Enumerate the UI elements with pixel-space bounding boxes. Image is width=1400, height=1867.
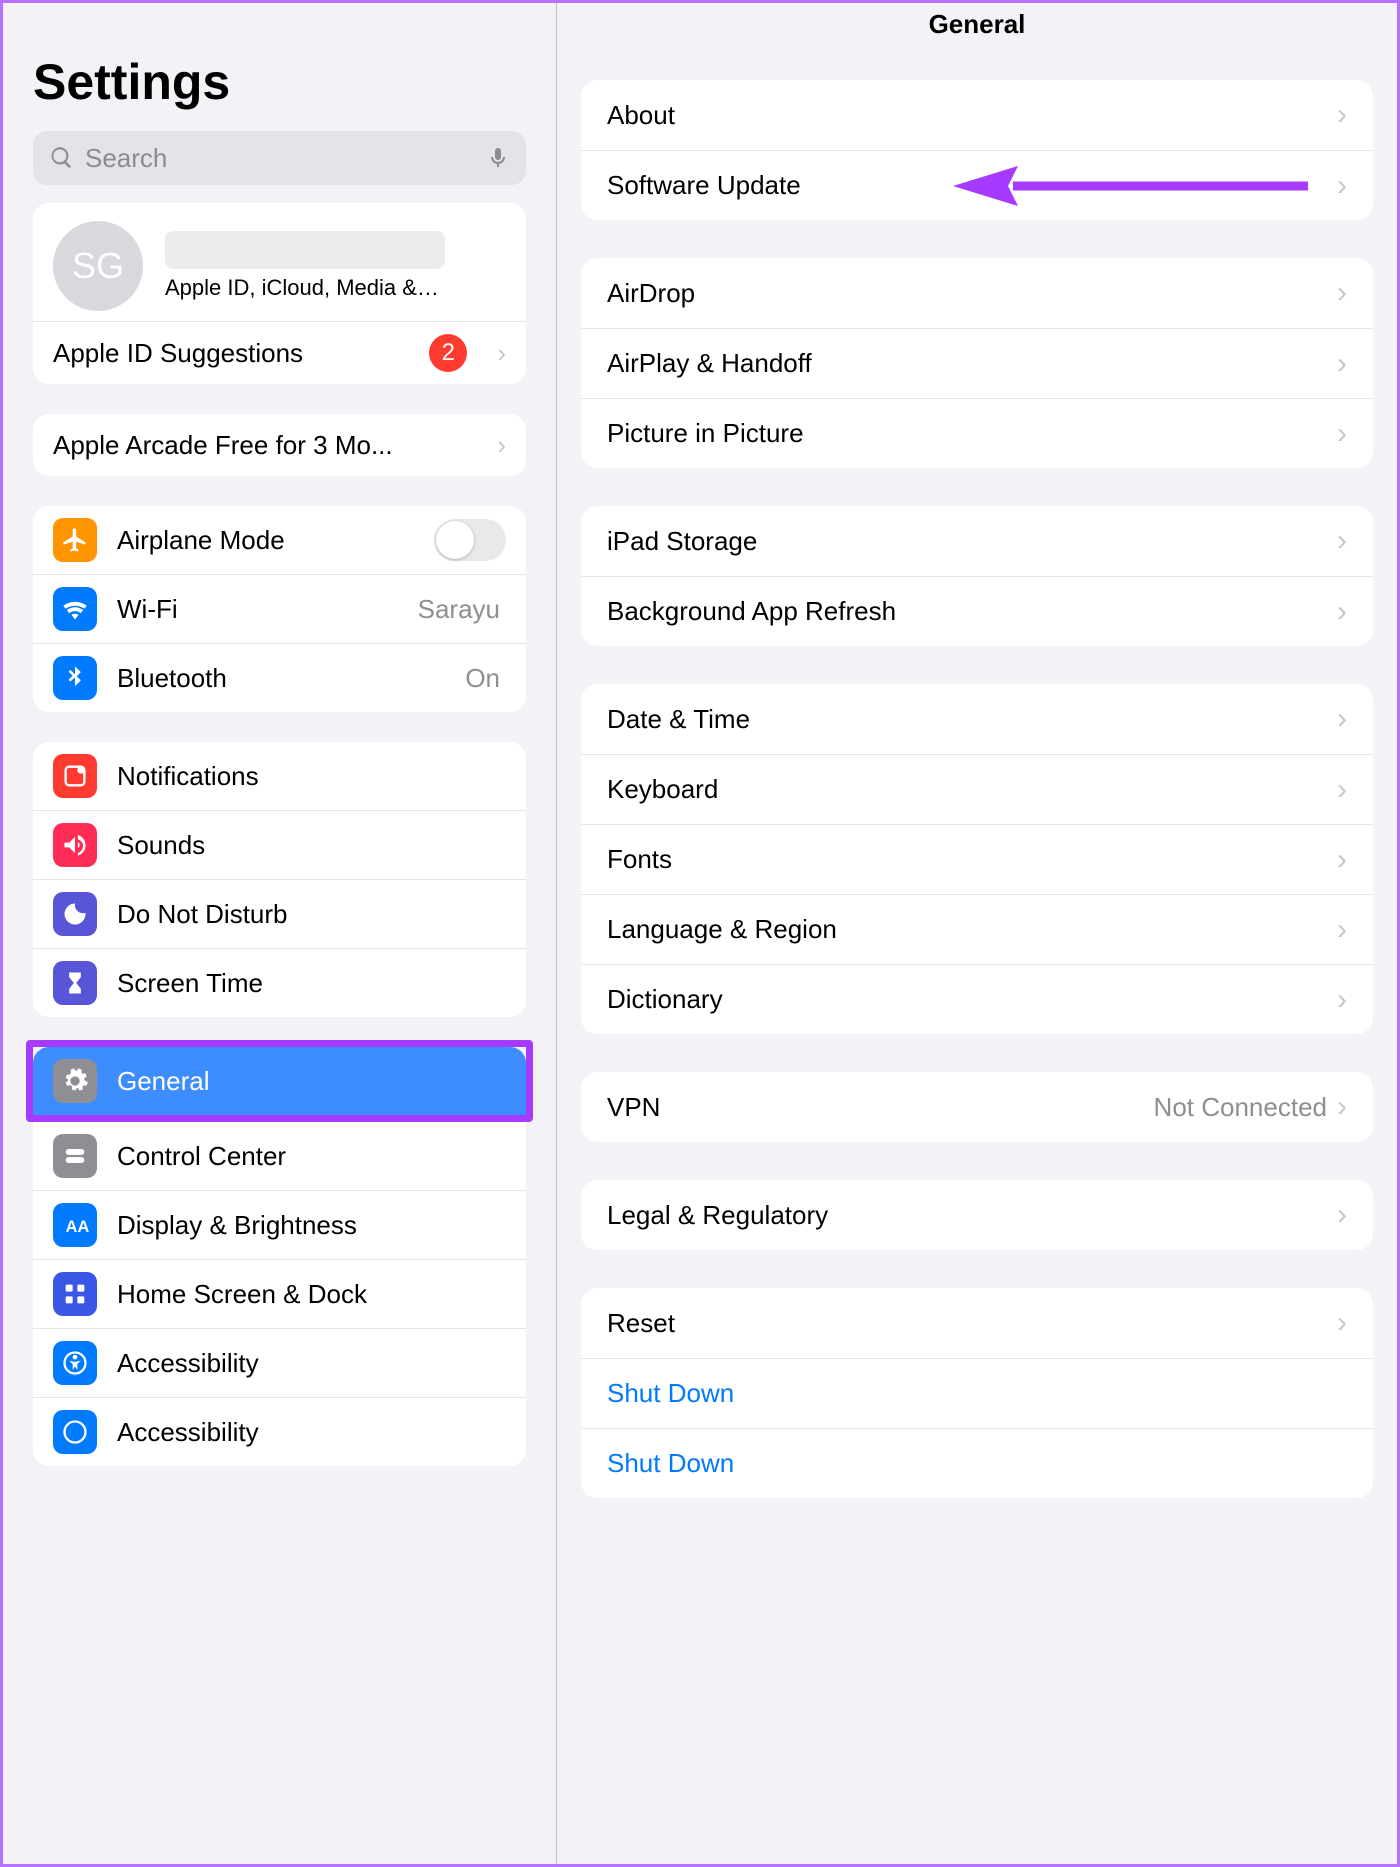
chevron-right-icon: › (1337, 1090, 1347, 1124)
chevron-right-icon: › (1337, 913, 1347, 947)
search-icon (49, 145, 75, 171)
apple-arcade-promo[interactable]: Apple Arcade Free for 3 Mo... › (33, 414, 526, 476)
vpn-row[interactable]: VPN Not Connected › (581, 1072, 1373, 1142)
ipad-storage-row[interactable]: iPad Storage› (581, 506, 1373, 576)
bg-app-refresh-row[interactable]: Background App Refresh› (581, 576, 1373, 646)
language-region-row[interactable]: Language & Region› (581, 894, 1373, 964)
airplane-mode-row[interactable]: Airplane Mode (33, 506, 526, 574)
wifi-icon (53, 587, 97, 631)
date-time-row[interactable]: Date & Time› (581, 684, 1373, 754)
chevron-right-icon: › (497, 430, 506, 461)
promo-group: Apple Arcade Free for 3 Mo... › (33, 414, 526, 476)
bluetooth-icon (53, 656, 97, 700)
home-screen-icon (53, 1272, 97, 1316)
reset-row[interactable]: Reset› (581, 1288, 1373, 1358)
highlight-annotation: General (26, 1040, 533, 1122)
apple-id-suggestions-label: Apple ID Suggestions (53, 338, 409, 369)
display-brightness-row[interactable]: AA Display & Brightness (33, 1190, 526, 1259)
settings-sidebar: Settings SG Apple ID, iCloud, Media &… A… (3, 3, 557, 1864)
chevron-right-icon: › (1337, 524, 1347, 558)
sounds-icon (53, 823, 97, 867)
airplay-handoff-row[interactable]: AirPlay & Handoff› (581, 328, 1373, 398)
keyboard-row[interactable]: Keyboard› (581, 754, 1373, 824)
moon-icon (53, 892, 97, 936)
airdrop-row[interactable]: AirDrop› (581, 258, 1373, 328)
airplane-toggle[interactable] (434, 519, 506, 561)
detail-title: General (557, 3, 1397, 60)
profile-group: SG Apple ID, iCloud, Media &… Apple ID S… (33, 203, 526, 384)
chevron-right-icon: › (1337, 702, 1347, 736)
dictionary-row[interactable]: Dictionary› (581, 964, 1373, 1034)
control-center-row[interactable]: Control Center (33, 1122, 526, 1190)
chevron-right-icon: › (1337, 1306, 1347, 1340)
shut-down-row[interactable]: Shut Down (581, 1358, 1373, 1428)
chevron-right-icon: › (1337, 98, 1347, 132)
chevron-right-icon: › (1337, 1198, 1347, 1232)
airplane-icon (53, 518, 97, 562)
page-title: Settings (3, 3, 556, 131)
chevron-right-icon: › (1337, 595, 1347, 629)
chevron-right-icon: › (1337, 417, 1347, 451)
pip-row[interactable]: Picture in Picture› (581, 398, 1373, 468)
toggles-icon (53, 1134, 97, 1178)
search-input[interactable] (85, 143, 476, 174)
gear-icon (53, 1059, 97, 1103)
accessibility-row[interactable]: Accessibility (33, 1328, 526, 1397)
bluetooth-row[interactable]: Bluetooth On (33, 643, 526, 712)
home-screen-row[interactable]: Home Screen & Dock (33, 1259, 526, 1328)
notifications-group: Notifications Sounds Do Not Disturb Scre… (33, 742, 526, 1017)
wifi-value: Sarayu (418, 594, 500, 625)
dnd-row[interactable]: Do Not Disturb (33, 879, 526, 948)
profile-row[interactable]: SG Apple ID, iCloud, Media &… (33, 203, 526, 321)
chevron-right-icon: › (1337, 169, 1347, 203)
shut-down-row-dup[interactable]: Shut Down (581, 1428, 1373, 1498)
text-size-icon: AA (53, 1203, 97, 1247)
hourglass-icon (53, 961, 97, 1005)
screentime-row[interactable]: Screen Time (33, 948, 526, 1017)
general-detail-panel: General About › Software Update › AirDro… (557, 3, 1397, 1864)
bluetooth-value: On (465, 663, 500, 694)
about-row[interactable]: About › (581, 80, 1373, 150)
notifications-row[interactable]: Notifications (33, 742, 526, 810)
accessibility-row-dup[interactable]: Accessibility (33, 1397, 526, 1466)
search-field[interactable] (33, 131, 526, 185)
chevron-right-icon: › (1337, 983, 1347, 1017)
avatar: SG (53, 221, 143, 311)
network-group: Airplane Mode Wi-Fi Sarayu Bluetooth On (33, 506, 526, 712)
notifications-icon (53, 754, 97, 798)
accessibility-icon (53, 1341, 97, 1385)
mic-icon[interactable] (486, 146, 510, 170)
software-update-row[interactable]: Software Update › (581, 150, 1373, 220)
sounds-row[interactable]: Sounds (33, 810, 526, 879)
fonts-row[interactable]: Fonts› (581, 824, 1373, 894)
system-group: General Control Center AA Display & Brig… (33, 1040, 526, 1466)
chevron-right-icon: › (1337, 773, 1347, 807)
wifi-row[interactable]: Wi-Fi Sarayu (33, 574, 526, 643)
apple-id-suggestions-row[interactable]: Apple ID Suggestions 2 › (33, 321, 526, 384)
profile-name-redacted (165, 231, 445, 269)
badge-count: 2 (429, 334, 467, 372)
vpn-value: Not Connected (1154, 1092, 1327, 1123)
chevron-right-icon: › (1337, 347, 1347, 381)
chevron-right-icon: › (497, 338, 506, 369)
accessibility-icon (53, 1410, 97, 1454)
svg-text:AA: AA (66, 1218, 89, 1236)
legal-row[interactable]: Legal & Regulatory› (581, 1180, 1373, 1250)
general-row[interactable]: General (33, 1047, 526, 1115)
profile-subtitle: Apple ID, iCloud, Media &… (165, 275, 439, 300)
chevron-right-icon: › (1337, 843, 1347, 877)
chevron-right-icon: › (1337, 276, 1347, 310)
